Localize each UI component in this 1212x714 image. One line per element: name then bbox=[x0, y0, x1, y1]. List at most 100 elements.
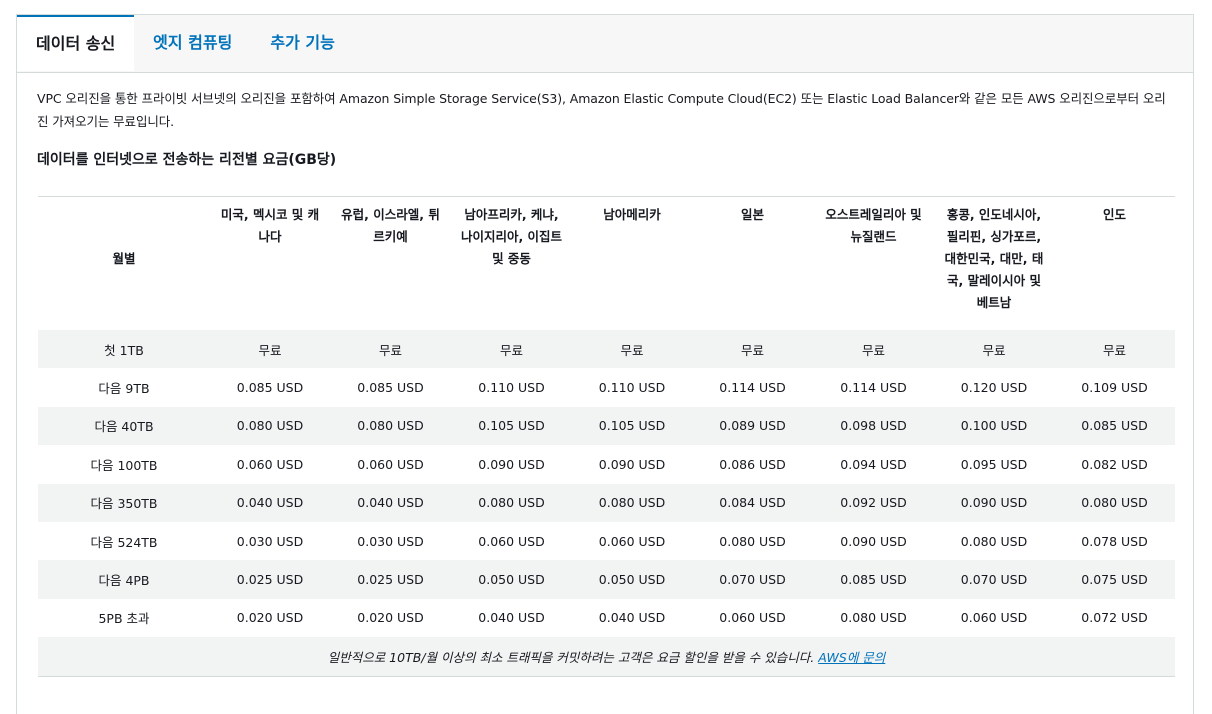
column-header: 인도 bbox=[1102, 207, 1126, 222]
table-cell: 0.060 USD bbox=[598, 533, 666, 549]
contact-aws-link[interactable]: AWS에 문의 bbox=[818, 650, 885, 665]
table-cell: 0.040 USD bbox=[478, 610, 545, 626]
table-cell: 0.060 USD bbox=[719, 610, 786, 626]
table-cell: 0.080 USD bbox=[840, 610, 907, 626]
table-note-cell: 일반적으로 10TB/월 이상의 최소 트래픽을 커밋하려는 고객은 요금 할인… bbox=[38, 637, 1175, 677]
table-cell: 0.105 USD bbox=[478, 418, 545, 434]
table-cell: 다음 524TB bbox=[90, 534, 158, 550]
table-cell: 0.040 USD bbox=[236, 495, 304, 511]
table-cell: 0.060 USD bbox=[357, 456, 424, 472]
table-cell: 0.080 USD bbox=[598, 495, 666, 511]
table-cell: 0.080 USD bbox=[236, 418, 304, 434]
table-cell: 0.105 USD bbox=[598, 418, 666, 434]
column-header: 남아프리카, 케냐, 나이지리아, 이집트 및 중동 bbox=[460, 207, 563, 266]
table-header-row: 월별 미국, 멕시코 및 캐나다 유럽, 이스라엘, 튀르키예 남아프리카, 케… bbox=[38, 196, 1175, 331]
intro-paragraph: VPC 오리진을 통한 프라이빗 서브넷의 오리진을 포함하여 Amazon S… bbox=[37, 91, 1166, 129]
table-body: 첫 1TB 무료 무료 무료 무료 무료 무료 무료 무료 다음 9TB 0.085 USD 0.0… bbox=[38, 330, 1175, 677]
table-cell: 0.082 USD bbox=[1081, 456, 1148, 472]
table-cell: 0.060 USD bbox=[478, 533, 545, 549]
table-row: 첫 1TB 무료 무료 무료 무료 무료 무료 무료 무료 bbox=[38, 330, 1175, 369]
table-cell: 0.060 USD bbox=[236, 456, 304, 472]
table-row: 다음 100TB 0.060 USD 0.060 USD 0.090 USD 0.090… bbox=[38, 445, 1175, 483]
table-cell: 0.092 USD bbox=[840, 495, 907, 511]
table-cell: 0.085 USD bbox=[1081, 418, 1148, 434]
table-cell: 0.090 USD bbox=[598, 456, 666, 472]
table-row: 5PB 초과 0.020 USD 0.020 USD 0.040 USD 0.040 U… bbox=[38, 599, 1175, 637]
table-cell: 무료 bbox=[1102, 342, 1126, 358]
table-cell: 0.114 USD bbox=[840, 380, 907, 396]
tab-additional-features[interactable]: 추가 기능 bbox=[251, 15, 353, 72]
table-cell: 0.040 USD bbox=[357, 495, 424, 511]
table-cell: 0.109 USD bbox=[1081, 380, 1148, 396]
section-title: 데이터를 인터넷으로 전송하는 리전별 요금(GB당) bbox=[37, 152, 337, 168]
table-row: 다음 350TB 0.040 USD 0.040 USD 0.080 USD 0.080… bbox=[38, 483, 1175, 522]
table-cell: 0.020 USD bbox=[236, 610, 304, 626]
table-cell: 0.090 USD bbox=[840, 533, 907, 549]
table-cell: 무료 bbox=[378, 342, 402, 358]
table-cell: 0.030 USD bbox=[236, 533, 304, 549]
column-header: 남아메리카 bbox=[603, 207, 661, 222]
table-cell: 0.094 USD bbox=[840, 456, 907, 472]
table-cell: 무료 bbox=[740, 342, 764, 358]
table-cell: 0.060 USD bbox=[960, 610, 1028, 626]
table-cell: 0.080 USD bbox=[357, 418, 424, 434]
table-cell: 0.050 USD bbox=[598, 572, 666, 588]
table-row: 다음 4PB 0.025 USD 0.025 USD 0.050 USD 0.050 U… bbox=[38, 560, 1175, 599]
table-cell: 0.085 USD bbox=[236, 380, 304, 396]
table-cell: 무료 bbox=[258, 342, 282, 358]
table-cell: 0.090 USD bbox=[960, 495, 1028, 511]
tab-bar: 데이터 송신 엣지 컴퓨팅 추가 기능 bbox=[17, 15, 1193, 73]
table-cell: 0.030 USD bbox=[357, 533, 424, 549]
tab-edge-computing[interactable]: 엣지 컴퓨팅 bbox=[134, 15, 251, 72]
table-cell: 0.084 USD bbox=[719, 495, 786, 511]
pricing-panel: 데이터 송신 엣지 컴퓨팅 추가 기능 VPC 오리진을 통한 프라이빗 서브넷… bbox=[16, 14, 1194, 714]
table-cell: 0.090 USD bbox=[478, 456, 545, 472]
column-header: 유럽, 이스라엘, 튀르키예 bbox=[341, 207, 440, 244]
table-cell: 0.080 USD bbox=[1081, 495, 1148, 511]
table-row: 다음 524TB 0.030 USD 0.030 USD 0.060 USD 0.060… bbox=[38, 522, 1175, 560]
table-row: 다음 9TB 0.085 USD 0.085 USD 0.110 USD 0.110 U… bbox=[38, 368, 1175, 406]
table-note-row: 일반적으로 10TB/월 이상의 최소 트래픽을 커밋하려는 고객은 요금 할인… bbox=[38, 637, 1175, 677]
table-cell: 무료 bbox=[982, 342, 1006, 358]
table-cell: 0.050 USD bbox=[478, 572, 545, 588]
table-cell: 0.085 USD bbox=[357, 380, 424, 396]
tab-data-transfer-out[interactable]: 데이터 송신 bbox=[17, 15, 135, 71]
table-cell: 0.114 USD bbox=[719, 380, 786, 396]
table-cell: 다음 9TB bbox=[98, 381, 150, 397]
table-cell: 0.095 USD bbox=[960, 456, 1028, 472]
table-cell: 0.110 USD bbox=[478, 380, 545, 396]
column-header: 오스트레일리아 및 뉴질랜드 bbox=[825, 207, 922, 244]
table-cell: 다음 40TB bbox=[94, 419, 154, 435]
table-cell: 0.070 USD bbox=[719, 572, 786, 588]
table-cell: 무료 bbox=[861, 342, 885, 358]
table-cell: 다음 100TB bbox=[90, 457, 158, 473]
column-header: 일본 bbox=[740, 207, 764, 222]
table-cell: 첫 1TB bbox=[104, 342, 144, 358]
table-cell: 0.072 USD bbox=[1081, 610, 1148, 626]
table-cell: 무료 bbox=[620, 342, 644, 358]
table-cell: 0.085 USD bbox=[840, 572, 907, 588]
table-cell: 다음 350TB bbox=[90, 496, 158, 512]
table-cell: 0.040 USD bbox=[598, 610, 666, 626]
discount-note: 일반적으로 10TB/월 이상의 최소 트래픽을 커밋하려는 고객은 요금 할인… bbox=[327, 649, 819, 665]
table-cell: 무료 bbox=[499, 342, 523, 358]
table-cell: 0.078 USD bbox=[1081, 533, 1148, 549]
table-cell: 0.089 USD bbox=[719, 418, 786, 434]
table-cell: 0.080 USD bbox=[719, 533, 786, 549]
table-cell: 0.025 USD bbox=[357, 572, 424, 588]
table-cell: 0.070 USD bbox=[960, 572, 1028, 588]
table-row: 다음 40TB 0.080 USD 0.080 USD 0.105 USD 0.105 … bbox=[38, 406, 1175, 446]
table-cell: 0.080 USD bbox=[960, 533, 1028, 549]
table-cell: 5PB 초과 bbox=[98, 611, 150, 627]
table-cell: 0.075 USD bbox=[1081, 572, 1148, 588]
column-header: 홍콩, 인도네시아, 필리핀, 싱가포르, 대한민국, 대만, 태국, 말레이시… bbox=[944, 207, 1044, 310]
table-cell: 0.120 USD bbox=[960, 380, 1028, 396]
table-cell: 다음 4PB bbox=[98, 573, 150, 589]
column-header: 미국, 멕시코 및 캐나다 bbox=[220, 207, 320, 244]
table-cell: 0.098 USD bbox=[840, 418, 907, 434]
pricing-table: 월별 미국, 멕시코 및 캐나다 유럽, 이스라엘, 튀르키예 남아프리카, 케… bbox=[38, 196, 1175, 677]
table-cell: 0.020 USD bbox=[357, 610, 424, 626]
column-header: 월별 bbox=[112, 251, 136, 266]
table-cell: 0.080 USD bbox=[478, 495, 545, 511]
tab-content: VPC 오리진을 통한 프라이빗 서브넷의 오리진을 포함하여 Amazon S… bbox=[17, 73, 1193, 677]
